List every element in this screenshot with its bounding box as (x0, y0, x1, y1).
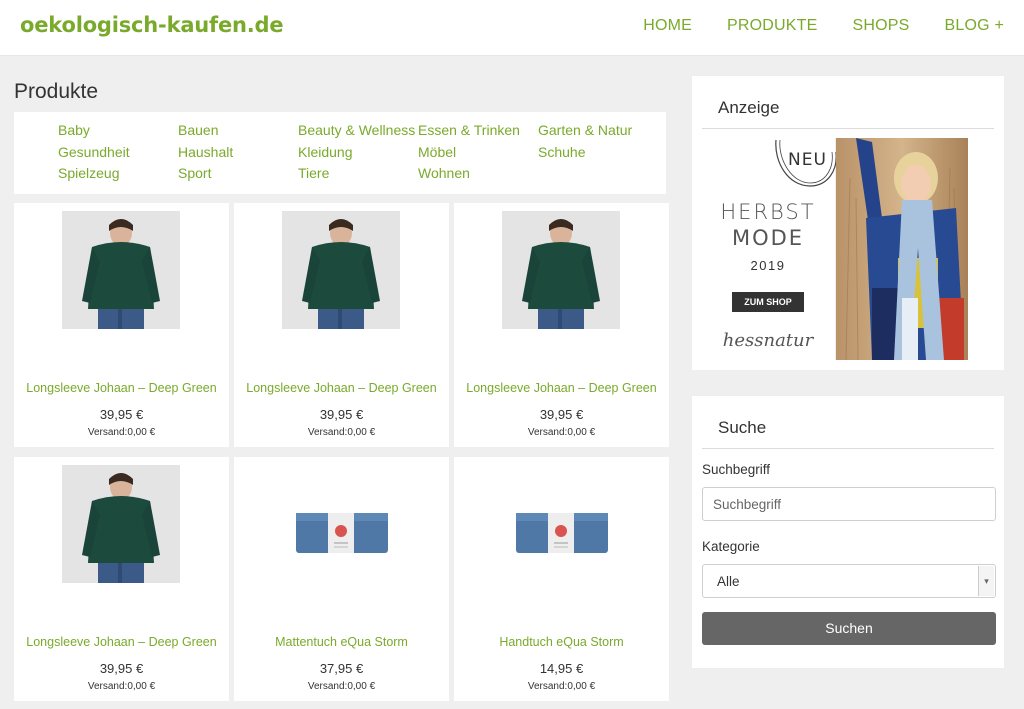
product-card[interactable]: Longsleeve Johaan – Deep Green 39,95 € Ver… (14, 457, 229, 701)
search-input[interactable] (702, 487, 996, 521)
category-select[interactable]: Alle ▾ (702, 564, 996, 598)
category-link[interactable]: Schuhe (538, 144, 658, 162)
product-image-sweater[interactable] (502, 211, 620, 329)
category-link[interactable]: Haushalt (178, 144, 298, 162)
product-card[interactable]: Handtuch eQua Storm 14,95 € Versand:0,00 € (454, 457, 669, 701)
search-term-label: Suchbegriff (702, 462, 771, 477)
product-shipping: Versand:0,00 € (527, 427, 596, 438)
category-link[interactable]: Bauen (178, 122, 298, 140)
category-select-value: Alle (717, 574, 740, 589)
product-card[interactable]: Longsleeve Johaan – Deep Green 39,95 € Ver… (14, 203, 229, 447)
category-link[interactable]: Möbel (418, 144, 538, 162)
product-shipping: Versand:0,00 € (307, 681, 376, 692)
ad-brand-logo: hessnatur (722, 330, 814, 351)
ad-year: 2019 (750, 258, 786, 273)
product-name[interactable]: Longsleeve Johaan – Deep Green (14, 381, 229, 395)
category-label: Kategorie (702, 539, 760, 554)
site-header: oekologisch-kaufen.de HOME PRODUKTE SHOP… (0, 0, 1024, 56)
nav-blog[interactable]: BLOG + (945, 17, 1004, 35)
page-title: Produkte (14, 80, 99, 103)
ad-widget-title: Anzeige (718, 98, 780, 117)
product-price: 39,95 € (319, 407, 364, 422)
product-image-towel[interactable] (282, 465, 400, 583)
ad-shop-button[interactable]: ZUM SHOP (732, 292, 804, 312)
product-card[interactable]: Mattentuch eQua Storm 37,95 € Versand:0,00… (234, 457, 449, 701)
product-name[interactable]: Longsleeve Johaan – Deep Green (454, 381, 669, 395)
product-shipping: Versand:0,00 € (87, 681, 156, 692)
nav-produkte[interactable]: PRODUKTE (727, 17, 818, 35)
product-name[interactable]: Longsleeve Johaan – Deep Green (234, 381, 449, 395)
product-name[interactable]: Longsleeve Johaan – Deep Green (14, 635, 229, 649)
product-price: 39,95 € (539, 407, 584, 422)
chevron-down-icon[interactable]: ▾ (978, 566, 994, 596)
product-grid: Longsleeve Johaan – Deep Green 39,95 € Ver… (14, 203, 669, 701)
category-link[interactable]: Garten & Natur (538, 122, 658, 140)
nav-home[interactable]: HOME (643, 17, 692, 35)
ad-banner[interactable]: NEU HERBST MODE 2019 ZUM SHOP hessnatur (702, 138, 968, 360)
product-price: 39,95 € (99, 661, 144, 676)
product-price: 37,95 € (319, 661, 364, 676)
site-logo[interactable]: oekologisch-kaufen.de (20, 13, 284, 37)
category-link[interactable]: Gesundheit (58, 144, 178, 162)
category-link[interactable]: Tiere (298, 165, 418, 183)
ad-widget: Anzeige NEU HERBST MODE 2019 ZUM SHOP he… (692, 76, 1004, 370)
product-image-sweater[interactable] (62, 465, 180, 583)
category-link[interactable]: Beauty & Wellness (298, 122, 418, 140)
product-name[interactable]: Handtuch eQua Storm (454, 635, 669, 649)
category-link[interactable]: Kleidung (298, 144, 418, 162)
product-shipping: Versand:0,00 € (527, 681, 596, 692)
product-price: 14,95 € (539, 661, 584, 676)
category-link[interactable]: Wohnen (418, 165, 538, 183)
search-button[interactable]: Suchen (702, 612, 996, 645)
divider (702, 128, 994, 129)
product-image-sweater[interactable] (282, 211, 400, 329)
ad-badge: NEU (788, 150, 827, 170)
category-link[interactable]: Spielzeug (58, 165, 178, 183)
nav-shops[interactable]: SHOPS (853, 17, 910, 35)
product-card[interactable]: Longsleeve Johaan – Deep Green 39,95 € Ver… (234, 203, 449, 447)
search-widget: Suche Suchbegriff Kategorie Alle ▾ Suche… (692, 396, 1004, 668)
category-list: Baby Bauen Beauty & Wellness Essen & Tri… (14, 112, 666, 194)
category-link[interactable]: Baby (58, 122, 178, 140)
product-image-sweater[interactable] (62, 211, 180, 329)
product-shipping: Versand:0,00 € (87, 427, 156, 438)
ad-model-photo (836, 138, 968, 360)
product-card[interactable]: Longsleeve Johaan – Deep Green 39,95 € Ver… (454, 203, 669, 447)
product-shipping: Versand:0,00 € (307, 427, 376, 438)
ad-headline-2: MODE (731, 226, 805, 250)
divider (702, 448, 994, 449)
product-image-towel[interactable] (502, 465, 620, 583)
search-widget-title: Suche (718, 418, 767, 437)
product-price: 39,95 € (99, 407, 144, 422)
product-name[interactable]: Mattentuch eQua Storm (234, 635, 449, 649)
category-link[interactable]: Sport (178, 165, 298, 183)
category-link[interactable]: Essen & Trinken (418, 122, 538, 140)
main-nav: HOME PRODUKTE SHOPS BLOG + (608, 17, 1004, 35)
ad-headline-1: HERBST (720, 200, 816, 224)
